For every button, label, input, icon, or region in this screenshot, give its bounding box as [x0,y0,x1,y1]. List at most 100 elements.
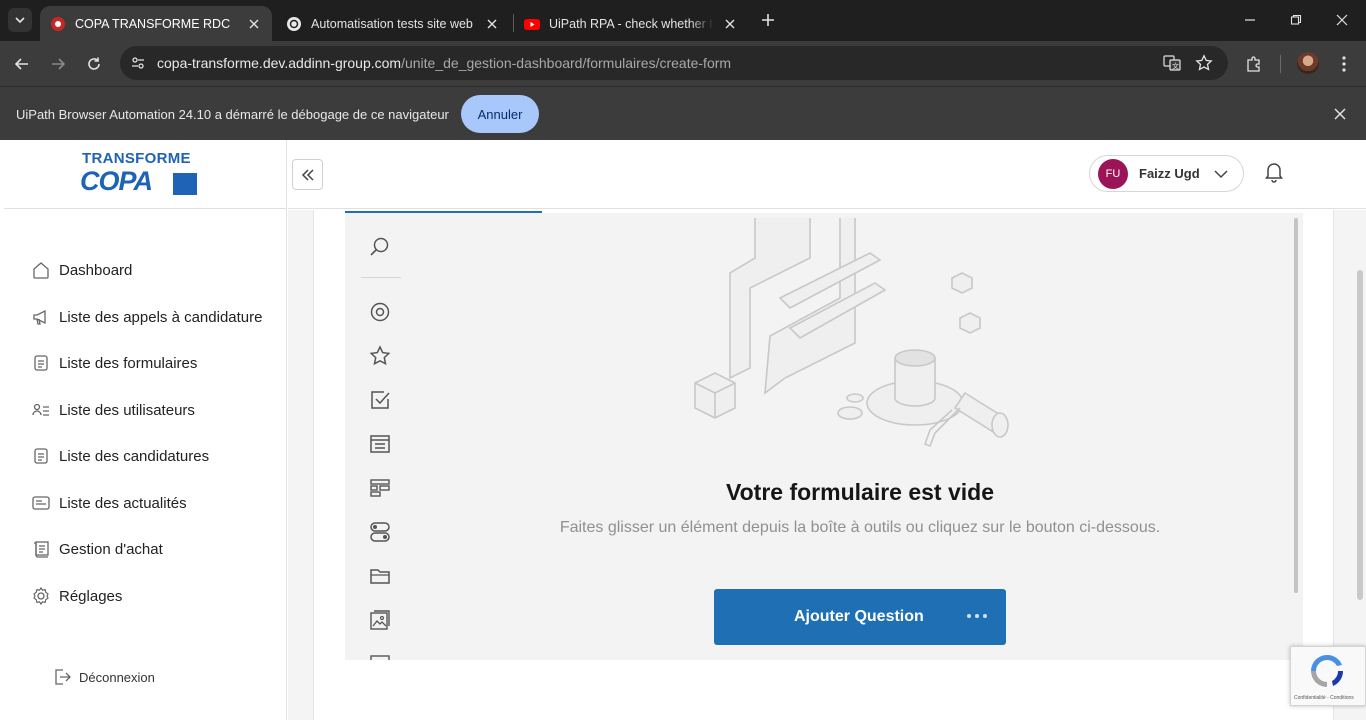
sidebar-item-label: Dashboard [59,261,133,279]
receipt-icon [30,538,52,560]
close-infobar-icon[interactable] [1330,104,1350,124]
close-window-button[interactable] [1332,10,1352,30]
profile-avatar[interactable] [1297,52,1319,74]
url-path: /unite_de_gestion-dashboard/formulaires/… [401,55,732,71]
tab-close-icon[interactable] [484,16,500,32]
address-bar[interactable]: copa-transforme.dev.addinn-group.com/uni… [120,46,1228,80]
tab-search-button[interactable] [8,8,32,32]
tab-title: COPA TRANSFORME RDC [75,16,231,31]
restore-button[interactable] [1286,10,1306,30]
logo-badge [173,173,197,195]
users-list-icon [30,399,52,421]
restore-icon [1290,14,1302,25]
arrow-left-icon [14,58,28,70]
cancel-debug-button[interactable]: Annuler [461,95,539,133]
minimize-button[interactable] [1240,10,1260,30]
copa-transforme-logo[interactable]: TRANSFORME COPA [80,148,200,198]
chevron-down-icon [15,17,25,24]
sidebar-item-label: Liste des actualités [59,494,187,512]
arrow-right-icon [52,58,66,70]
sidebar-item-label: Liste des appels à candidature [59,308,263,326]
menu-kebab-icon[interactable] [1333,53,1355,75]
more-tools-icon[interactable] [368,652,392,660]
empty-form-illustration [694,218,1009,448]
collapse-sidebar-button[interactable] [292,159,323,190]
toolbox [345,213,417,660]
extensions-icon[interactable] [1243,53,1265,75]
tab-automatisation-tests[interactable]: Automatisation tests site web [276,6,510,41]
sidebar-item-formulaires[interactable]: Liste des formulaires [30,351,197,375]
user-menu[interactable]: FU Faizz Ugd [1089,155,1244,192]
sidebar-item-actualites[interactable]: Liste des actualités [30,491,187,515]
radio-icon[interactable] [368,300,392,324]
sidebar-item-utilisateurs[interactable]: Liste des utilisateurs [30,398,195,422]
page-header: FU Faizz Ugd [288,140,1366,209]
openai-favicon-icon [287,16,301,31]
logo-line1: TRANSFORME [82,150,191,167]
chevron-down-icon [1214,169,1228,179]
gear-icon [30,585,52,607]
sidebar-item-reglages[interactable]: Réglages [30,584,122,608]
site-info-icon[interactable] [128,53,148,73]
search-icon[interactable] [368,235,392,259]
browser-toolbar: copa-transforme.dev.addinn-group.com/uni… [0,41,1366,86]
news-icon [30,492,52,514]
back-button[interactable] [10,52,34,76]
logo-line2: COPA [80,166,153,196]
notification-bell-icon[interactable] [1262,159,1286,183]
new-tab-button[interactable] [758,10,778,30]
double-chevron-left-icon [301,168,314,181]
dropdown-icon[interactable] [368,432,392,456]
web-page: TRANSFORME COPA Dashboard Liste des appe… [0,140,1366,720]
reload-icon [88,57,100,70]
sidebar-item-achat[interactable]: Gestion d'achat [30,537,163,561]
recaptcha-label: Confidentialité - Conditions [1294,695,1354,701]
recaptcha-badge[interactable]: Confidentialité - Conditions [1290,646,1366,706]
sidebar-item-candidatures[interactable]: Liste des candidatures [30,444,209,468]
sidebar-item-label: Gestion d'achat [59,540,163,558]
checkbox-icon[interactable] [368,388,392,412]
tab-title: UiPath RPA - check whether the [549,16,714,31]
plus-icon [762,14,774,26]
avatar: FU [1098,158,1128,189]
file-folder-icon[interactable] [368,564,392,588]
tab-copa-transforme[interactable]: COPA TRANSFORME RDC [40,6,272,41]
document-icon [30,352,52,374]
boolean-toggle-icon[interactable] [368,520,392,544]
sidebar-item-label: Liste des candidatures [59,447,210,465]
debug-infobar: UiPath Browser Automation 24.10 a démarr… [0,86,1366,140]
reload-button[interactable] [82,52,106,76]
forward-button[interactable] [46,52,70,76]
add-question-button[interactable]: Ajouter Question [714,589,1006,645]
document-icon [30,445,52,467]
form-creator: Votre formulaire est vide Faites glisser… [345,213,1303,660]
logout-icon [52,667,72,687]
svg-text:文: 文 [1172,62,1179,71]
browser-tab-strip: COPA TRANSFORME RDC Automatisation tests… [0,0,1366,41]
recaptcha-icon [1311,654,1344,687]
sidebar-item-appels[interactable]: Liste des appels à candidature [30,305,262,329]
url-host: copa-transforme.dev.addinn-group.com [157,55,402,71]
tab-close-icon[interactable] [722,16,738,32]
copa-favicon-icon [51,16,65,31]
home-icon [30,259,52,281]
infobar-message: UiPath Browser Automation 24.10 a démarr… [16,107,449,122]
close-icon [1336,14,1348,26]
translate-icon[interactable]: 文 [1162,53,1182,73]
url-text: copa-transforme.dev.addinn-group.com/uni… [157,55,731,71]
empty-form-title: Votre formulaire est vide [726,479,994,505]
image-picker-icon[interactable] [368,608,392,632]
sidebar-item-label: Liste des formulaires [59,354,198,372]
creator-scrollbar[interactable] [1294,218,1298,593]
page-scrollbar[interactable] [1357,270,1363,600]
sidebar-item-dashboard[interactable]: Dashboard [30,258,132,282]
rating-star-icon[interactable] [368,344,392,368]
tab-uipath-youtube[interactable]: UiPath RPA - check whether the [514,6,748,41]
more-options-icon[interactable] [967,614,987,618]
ranking-icon[interactable] [368,476,392,500]
youtube-favicon-icon [524,18,540,30]
sidebar: TRANSFORME COPA Dashboard Liste des appe… [0,140,287,720]
tab-close-icon[interactable] [246,16,262,32]
bookmark-star-icon[interactable] [1194,53,1214,73]
logout-button[interactable]: Déconnexion [52,667,155,687]
